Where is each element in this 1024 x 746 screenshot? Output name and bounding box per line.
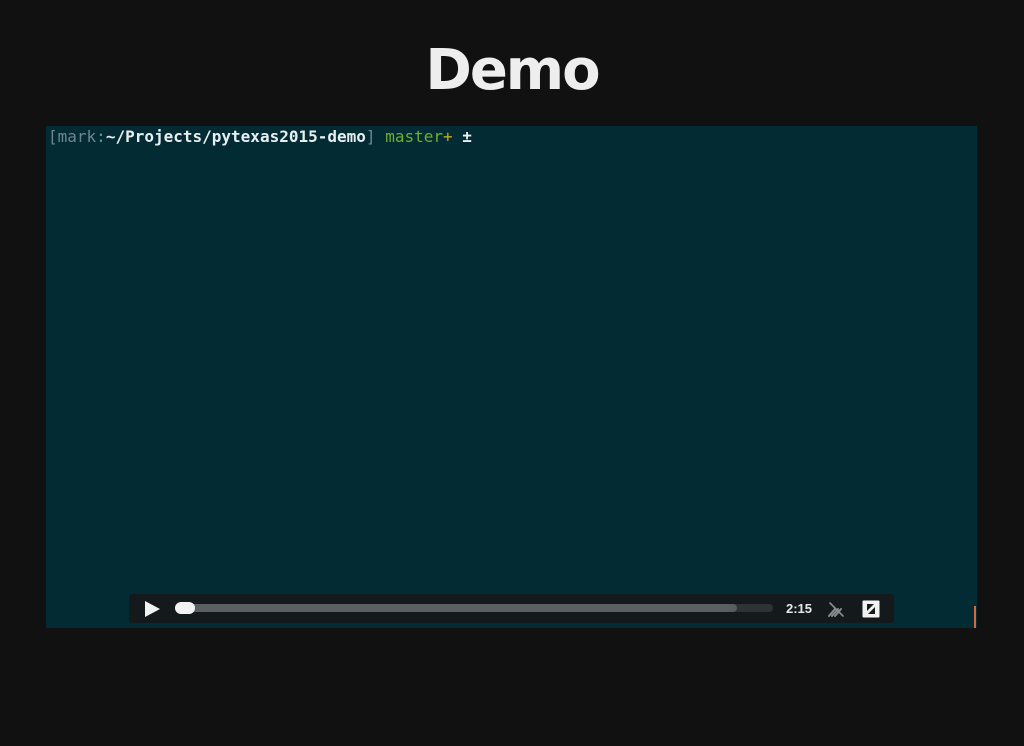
prompt-git-dirty-marker: + xyxy=(442,127,453,146)
fullscreen-icon xyxy=(862,600,880,618)
player-control-bar: 2:15 xyxy=(129,594,894,623)
progress-loaded xyxy=(175,604,738,612)
prompt-git-branch: master xyxy=(385,127,443,146)
speed-icon xyxy=(828,602,844,617)
prompt-user: mark xyxy=(57,127,97,146)
prompt-symbol: ± xyxy=(462,127,472,146)
terminal-edge-marker xyxy=(974,606,976,628)
prompt-colon: : xyxy=(96,127,106,146)
prompt-open-bracket: [ xyxy=(48,127,58,146)
terminal-screen[interactable]: [mark:~/Projects/pytexas2015-demo] maste… xyxy=(46,126,977,628)
prompt-close-bracket: ] xyxy=(365,127,376,146)
slide: Demo [mark:~/Projects/pytexas2015-demo] … xyxy=(0,0,1024,746)
progress-handle[interactable] xyxy=(175,602,195,614)
play-icon xyxy=(145,601,160,617)
time-remaining: 2:15 xyxy=(785,601,813,616)
slide-title: Demo xyxy=(425,38,600,103)
play-button[interactable] xyxy=(143,600,161,618)
shell-prompt: [mark:~/Projects/pytexas2015-demo] maste… xyxy=(48,127,472,147)
speed-button[interactable] xyxy=(827,600,845,618)
prompt-path: ~/Projects/pytexas2015-demo xyxy=(105,127,366,146)
fullscreen-button[interactable] xyxy=(862,600,880,618)
progress-bar[interactable] xyxy=(175,604,773,612)
